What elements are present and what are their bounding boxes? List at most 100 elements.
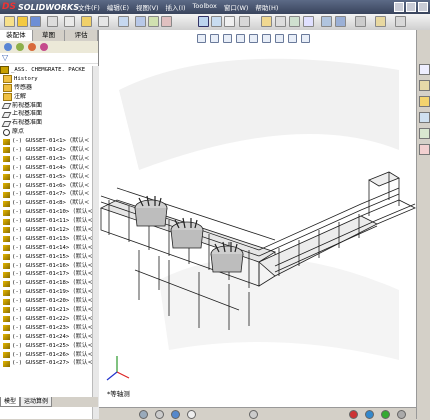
status-icon[interactable]	[155, 410, 164, 419]
open-folder-icon[interactable]	[17, 16, 28, 27]
status-icon[interactable]	[397, 410, 406, 419]
feature-manager-icon[interactable]	[4, 43, 12, 51]
print-icon[interactable]	[47, 16, 58, 27]
solidworks-logo[interactable]: DS SOLIDWORKS	[2, 1, 79, 13]
tree-item-gusset[interactable]: (-) GUSSET-01<7> (默认<	[0, 190, 98, 199]
tree-item-right-plane[interactable]: 右视基准面	[0, 119, 98, 128]
section-view-icon[interactable]	[161, 16, 172, 27]
zoom-area-icon[interactable]	[211, 16, 222, 27]
undo-icon[interactable]	[64, 16, 75, 27]
hide-show-icon[interactable]	[275, 34, 284, 43]
menu-file[interactable]: 文件(F)	[78, 2, 100, 12]
apply-scene-icon[interactable]	[301, 34, 310, 43]
tree-item-gusset[interactable]: (-) GUSSET-01<25> (默认<	[0, 342, 98, 351]
tree-filter[interactable]: ▽	[0, 53, 98, 64]
tab-evaluate[interactable]: 评估	[65, 30, 99, 41]
tree-item-gusset[interactable]: (-) GUSSET-01<3> (默认<	[0, 155, 98, 164]
tab-sketch[interactable]: 草图	[33, 30, 66, 41]
realview-icon[interactable]	[289, 16, 300, 27]
resources-icon[interactable]	[419, 64, 430, 75]
tab-assembly[interactable]: 装配体	[0, 30, 33, 41]
save-icon[interactable]	[30, 16, 41, 27]
view-orientation-icon[interactable]	[249, 34, 258, 43]
tree-item-gusset[interactable]: (-) GUSSET-01<5> (默认<	[0, 173, 98, 182]
menu-window[interactable]: 窗口(W)	[224, 2, 249, 12]
tree-item-gusset[interactable]: (-) GUSSET-01<17> (默认<	[0, 270, 98, 279]
tree-item-gusset[interactable]: (-) GUSSET-01<6> (默认<	[0, 182, 98, 191]
tree-item-gusset[interactable]: (-) GUSSET-01<13> (默认<	[0, 235, 98, 244]
tree-item-history[interactable]: History	[0, 75, 98, 84]
shadows-icon[interactable]	[303, 16, 314, 27]
view-palette-icon[interactable]	[419, 112, 430, 123]
tree-item-gusset[interactable]: (-) GUSSET-01<20> (默认<	[0, 297, 98, 306]
menu-edit[interactable]: 编辑(E)	[107, 2, 129, 12]
property-manager-icon[interactable]	[16, 43, 24, 51]
tree-item-gusset[interactable]: (-) GUSSET-01<10> (默认<	[0, 208, 98, 217]
tree-item-origin[interactable]: 原点	[0, 128, 98, 137]
menu-toolbox[interactable]: Toolbox	[193, 2, 217, 12]
options-icon[interactable]	[118, 16, 129, 27]
restore-icon[interactable]	[406, 2, 416, 12]
menu-view[interactable]: 视图(V)	[136, 2, 159, 12]
custom-properties-icon[interactable]	[419, 144, 430, 155]
tree-item-gusset[interactable]: (-) GUSSET-01<21> (默认<	[0, 306, 98, 315]
scene-icon[interactable]	[275, 16, 286, 27]
graphics-area[interactable]	[99, 30, 416, 407]
tree-item-gusset[interactable]: (-) GUSSET-01<16> (默认<	[0, 262, 98, 271]
display-manager-icon[interactable]	[40, 43, 48, 51]
tree-item-gusset[interactable]: (-) GUSSET-01<14> (默认<	[0, 244, 98, 253]
tree-item-top-plane[interactable]: 上视基准面	[0, 110, 98, 119]
close-icon[interactable]	[418, 2, 428, 12]
tree-item-gusset[interactable]: (-) GUSSET-01<27> (默认<	[0, 359, 98, 368]
save-as-icon[interactable]	[335, 16, 346, 27]
filter-icon[interactable]: ▽	[2, 53, 8, 63]
configuration-manager-icon[interactable]	[28, 43, 36, 51]
view-orientation-icon[interactable]	[135, 16, 146, 27]
tree-scrollbar[interactable]	[92, 66, 99, 419]
status-icon[interactable]	[381, 410, 390, 419]
pan-icon[interactable]	[224, 16, 235, 27]
appearance-icon[interactable]	[261, 16, 272, 27]
new-file-icon[interactable]	[4, 16, 15, 27]
display-style-icon[interactable]	[148, 16, 159, 27]
status-icon[interactable]	[249, 410, 258, 419]
status-icon[interactable]	[139, 410, 148, 419]
appearances-icon[interactable]	[419, 128, 430, 139]
tab-model[interactable]: 模型	[0, 397, 21, 407]
tree-item-gusset[interactable]: (-) GUSSET-01<18> (默认<	[0, 279, 98, 288]
tree-item-gusset[interactable]: (-) GUSSET-01<1> (默认<	[0, 137, 98, 146]
tree-item-gusset[interactable]: (-) GUSSET-01<23> (默认<	[0, 324, 98, 333]
help-icon[interactable]	[395, 16, 406, 27]
select-icon[interactable]	[81, 16, 92, 27]
tree-item-gusset[interactable]: (-) GUSSET-01<15> (默认<	[0, 253, 98, 262]
section-view-icon[interactable]	[236, 34, 245, 43]
tree-item-gusset[interactable]: (-) GUSSET-01<4> (默认<	[0, 164, 98, 173]
tree-item-annotations[interactable]: 注解	[0, 93, 98, 102]
status-icon[interactable]	[187, 410, 196, 419]
file-explorer-icon[interactable]	[419, 96, 430, 107]
tree-item-gusset[interactable]: (-) GUSSET-01<26> (默认<	[0, 351, 98, 360]
tree-root[interactable]: _ASS. CHEMGRATE. PACKE	[0, 66, 98, 75]
tab-motion-study[interactable]: 运动算例	[20, 397, 53, 407]
status-icon[interactable]	[365, 410, 374, 419]
status-icon[interactable]	[171, 410, 180, 419]
tree-item-gusset[interactable]: (-) GUSSET-01<22> (默认<	[0, 315, 98, 324]
rebuild-all-icon[interactable]	[375, 16, 386, 27]
previous-view-icon[interactable]	[223, 34, 232, 43]
tree-item-gusset[interactable]: (-) GUSSET-01<2> (默认<	[0, 146, 98, 155]
tree-item-sensors[interactable]: 传感器	[0, 84, 98, 93]
zoom-to-fit-icon[interactable]	[197, 34, 206, 43]
tree-item-gusset[interactable]: (-) GUSSET-01<19> (默认<	[0, 288, 98, 297]
tree-item-gusset[interactable]: (-) GUSSET-01<11> (默认<	[0, 217, 98, 226]
tree-item-front-plane[interactable]: 前视基准面	[0, 102, 98, 111]
tree-item-gusset[interactable]: (-) GUSSET-01<24> (默认<	[0, 333, 98, 342]
zoom-fit-icon[interactable]	[198, 16, 209, 27]
assembly-icon[interactable]	[321, 16, 332, 27]
design-library-icon[interactable]	[419, 80, 430, 91]
menu-help[interactable]: 帮助(H)	[255, 2, 278, 12]
minimize-icon[interactable]	[394, 2, 404, 12]
status-icon[interactable]	[349, 410, 358, 419]
menu-insert[interactable]: 插入(I)	[166, 2, 186, 12]
zoom-to-area-icon[interactable]	[210, 34, 219, 43]
edit-appearance-icon[interactable]	[288, 34, 297, 43]
